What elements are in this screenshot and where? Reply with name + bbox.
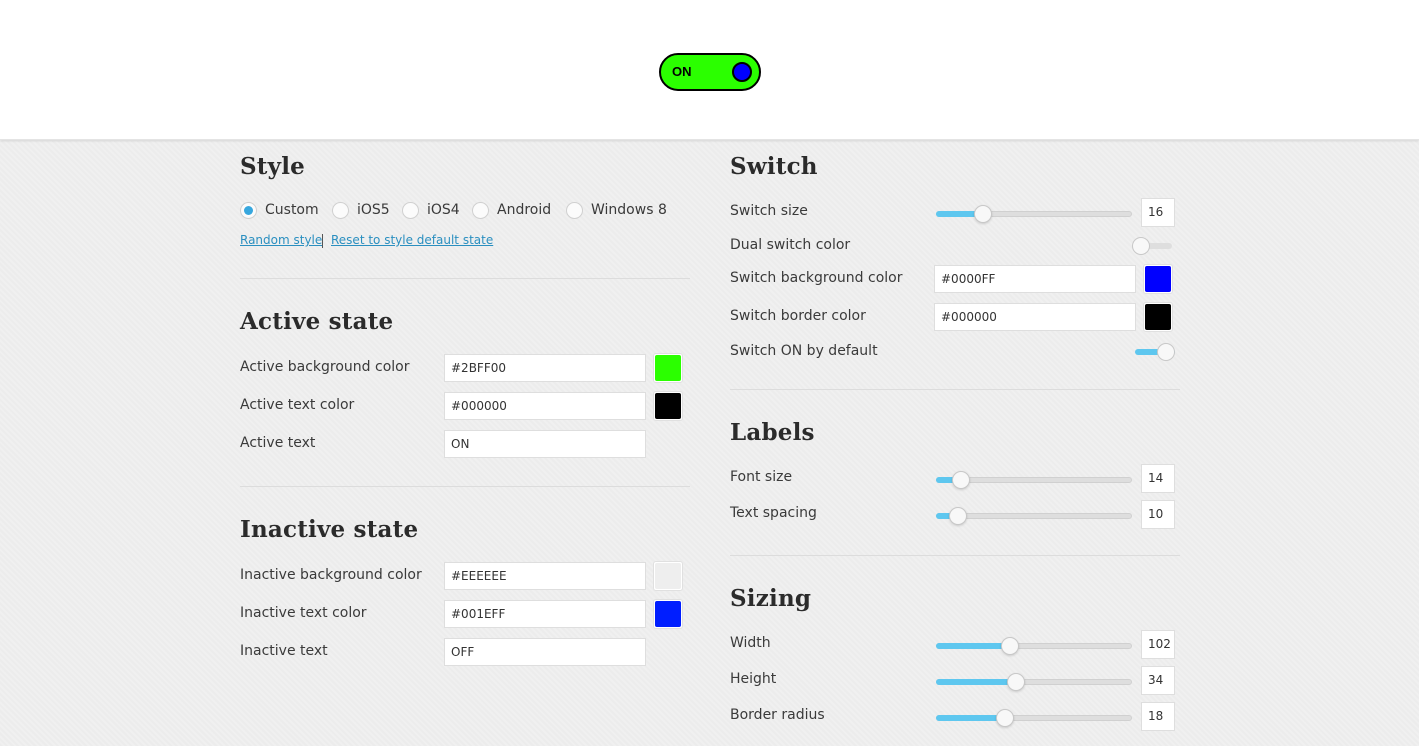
switch-heading: Switch: [730, 153, 818, 180]
swatch-fill: [655, 601, 681, 627]
random-style-link[interactable]: Random style: [240, 233, 322, 247]
style-heading: Style: [240, 153, 305, 180]
slider-thumb[interactable]: [952, 471, 971, 489]
swatch-fill: [1145, 266, 1171, 292]
slider-thumb[interactable]: [995, 709, 1014, 727]
preview-switch-label: ON: [672, 64, 692, 79]
section-divider: [730, 555, 1180, 556]
height-value[interactable]: 34: [1141, 666, 1175, 695]
radio-indicator[interactable]: [332, 201, 349, 219]
reset-style-link[interactable]: Reset to style default state: [331, 233, 493, 247]
font-size-slider[interactable]: [936, 470, 1132, 490]
switch-bg-color-input[interactable]: [934, 265, 1136, 293]
text-spacing-label: Text spacing: [730, 505, 817, 521]
dual-switch-color-toggle[interactable]: [1132, 237, 1172, 255]
style-option-label: Windows 8: [591, 202, 667, 218]
style-option-label: Android: [497, 202, 552, 218]
radio-indicator[interactable]: [472, 201, 489, 219]
inactive-bg-color-input[interactable]: [444, 562, 646, 590]
slider-fill: [936, 679, 1017, 685]
font-size-label: Font size: [730, 469, 793, 485]
toggle-thumb[interactable]: [1157, 343, 1175, 361]
switch-bg-color-swatch[interactable]: [1143, 264, 1173, 294]
style-option-ios5[interactable]: iOS5: [332, 200, 390, 220]
active-bg-color-swatch[interactable]: [653, 353, 683, 383]
style-option-label: Custom: [265, 202, 319, 218]
width-label: Width: [730, 635, 771, 651]
switch-bg-color-label: Switch background color: [730, 270, 903, 286]
inactive-text-input[interactable]: [444, 638, 646, 666]
switch-size-slider[interactable]: [936, 204, 1132, 224]
preview-switch[interactable]: ON: [659, 53, 761, 91]
section-divider: [240, 278, 690, 279]
style-option-label: iOS5: [357, 202, 390, 218]
font-size-value[interactable]: 14: [1141, 464, 1175, 493]
inactive-state-heading: Inactive state: [240, 516, 419, 543]
slider-thumb[interactable]: [1001, 637, 1020, 655]
active-text-color-input[interactable]: [444, 392, 646, 420]
active-bg-color-input[interactable]: [444, 354, 646, 382]
inactive-text-color-input[interactable]: [444, 600, 646, 628]
labels-heading: Labels: [730, 419, 815, 446]
active-text-color-label: Active text color: [240, 397, 355, 413]
slider-fill: [936, 715, 1005, 721]
swatch-fill: [655, 355, 681, 381]
height-slider[interactable]: [936, 672, 1132, 692]
dual-switch-color-label: Dual switch color: [730, 237, 851, 253]
section-divider: [240, 486, 690, 487]
style-option-windows8[interactable]: Windows 8: [566, 200, 667, 220]
switch-border-color-label: Switch border color: [730, 308, 866, 324]
inactive-text-color-label: Inactive text color: [240, 605, 367, 621]
slider-fill: [936, 643, 1011, 649]
preview-switch-knob[interactable]: [732, 62, 752, 82]
active-bg-color-label: Active background color: [240, 359, 410, 375]
switch-size-value[interactable]: 16: [1141, 198, 1175, 227]
switch-on-default-toggle[interactable]: [1135, 343, 1175, 361]
style-option-ios4[interactable]: iOS4: [402, 200, 460, 220]
slider-thumb[interactable]: [948, 507, 967, 525]
radio-indicator[interactable]: [566, 201, 583, 219]
settings-panel: Style Custom iOS5 iOS4 Android Windows 8…: [0, 141, 1419, 746]
width-slider[interactable]: [936, 636, 1132, 656]
border-radius-value[interactable]: 18: [1141, 702, 1175, 731]
section-divider: [730, 389, 1180, 390]
active-text-input[interactable]: [444, 430, 646, 458]
switch-size-label: Switch size: [730, 203, 808, 219]
radio-indicator[interactable]: [240, 201, 257, 219]
sizing-heading: Sizing: [730, 585, 812, 612]
inactive-bg-color-label: Inactive background color: [240, 567, 422, 583]
border-radius-slider[interactable]: [936, 708, 1132, 728]
height-label: Height: [730, 671, 777, 687]
slider-thumb[interactable]: [974, 205, 993, 223]
radio-indicator[interactable]: [402, 201, 419, 219]
inactive-text-label: Inactive text: [240, 643, 328, 659]
preview-bar: ON: [0, 0, 1419, 140]
toggle-thumb[interactable]: [1132, 237, 1150, 255]
swatch-fill: [655, 393, 681, 419]
swatch-fill: [655, 563, 681, 589]
active-state-heading: Active state: [240, 308, 394, 335]
slider-thumb[interactable]: [1007, 673, 1026, 691]
active-text-color-swatch[interactable]: [653, 391, 683, 421]
style-option-custom[interactable]: Custom: [240, 200, 319, 220]
switch-border-color-swatch[interactable]: [1143, 302, 1173, 332]
switch-border-color-input[interactable]: [934, 303, 1136, 331]
style-option-android[interactable]: Android: [472, 200, 551, 220]
switch-on-default-label: Switch ON by default: [730, 343, 878, 359]
text-spacing-value[interactable]: 10: [1141, 500, 1175, 529]
swatch-fill: [1145, 304, 1171, 330]
border-radius-label: Border radius: [730, 707, 825, 723]
width-value[interactable]: 102: [1141, 630, 1175, 659]
style-option-label: iOS4: [427, 202, 460, 218]
inactive-bg-color-swatch[interactable]: [653, 561, 683, 591]
inactive-text-color-swatch[interactable]: [653, 599, 683, 629]
text-spacing-slider[interactable]: [936, 506, 1132, 526]
link-separator: [322, 234, 323, 248]
active-text-label: Active text: [240, 435, 316, 451]
